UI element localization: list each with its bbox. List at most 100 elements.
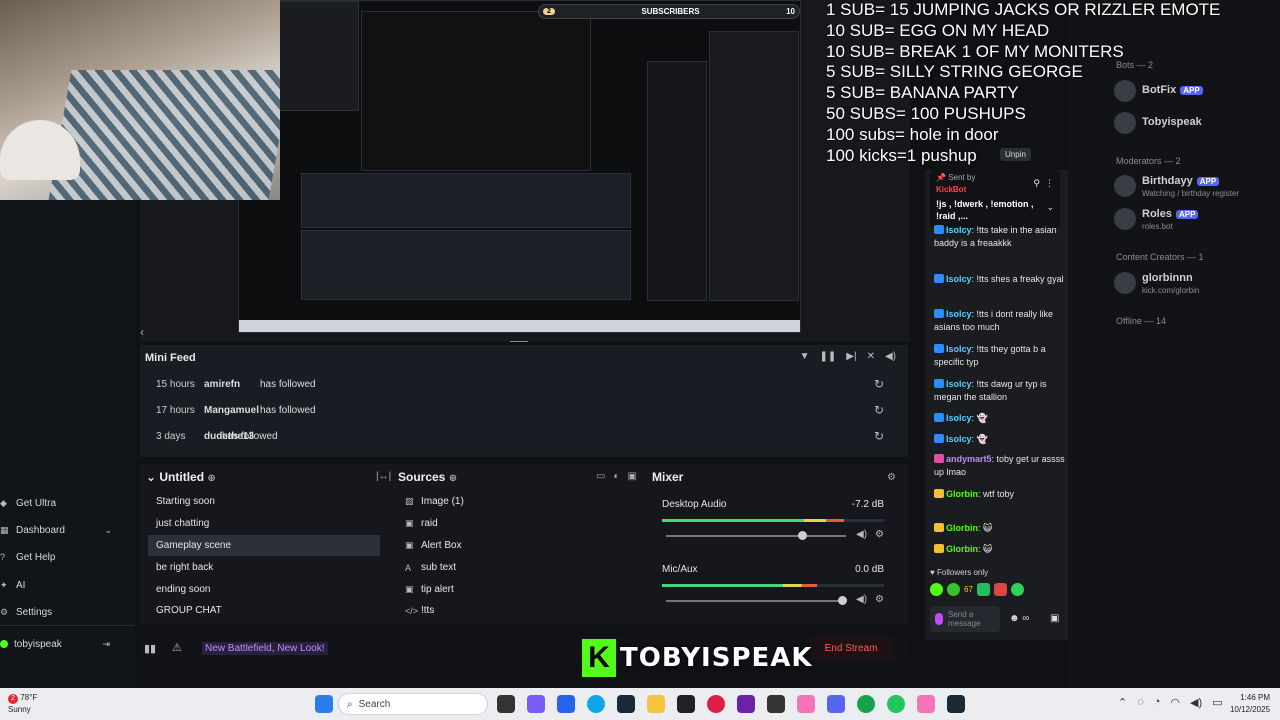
volume-icon[interactable]: ◀): [856, 529, 867, 540]
scene-item[interactable]: just chatting: [148, 513, 380, 534]
chat-username[interactable]: Glorbin: [946, 523, 978, 533]
chat-username[interactable]: Isolcy: [946, 434, 972, 444]
chevron-left-icon[interactable]: ‹: [140, 325, 152, 339]
more-icon[interactable]: ⋮: [1045, 178, 1054, 189]
member-name[interactable]: glorbinnn: [1142, 272, 1193, 284]
chat-username[interactable]: Isolcy: [946, 379, 972, 389]
sidebar-item-get-help[interactable]: ? Get Help: [0, 546, 122, 568]
sidebar-item-dashboard[interactable]: ▦ Dashboard ⌄: [0, 519, 122, 541]
user-profile[interactable]: tobyispeak ⇥: [0, 633, 122, 655]
edge-icon[interactable]: [587, 695, 605, 713]
sidebar-item-settings[interactable]: ⚙ Settings: [0, 601, 122, 623]
pinned-message[interactable]: 📌 Sent by KickBot !js , !dwerk , !emotio…: [930, 170, 1060, 228]
replay-icon[interactable]: ↻: [874, 377, 884, 391]
resize-handle[interactable]: [510, 341, 528, 342]
emote-icon[interactable]: [930, 583, 943, 596]
slider-knob[interactable]: [838, 596, 848, 605]
member-name[interactable]: Birthdayy APP: [1142, 175, 1220, 187]
emote-icon[interactable]: [947, 583, 960, 596]
scene-item[interactable]: ending soon: [148, 579, 380, 600]
sidebar-item-get-ultra[interactable]: ◆ Get Ultra: [0, 492, 122, 514]
copilot-icon[interactable]: [527, 695, 545, 713]
whatsapp-icon[interactable]: [887, 695, 905, 713]
pin-icon[interactable]: ⚲: [1033, 178, 1040, 189]
steam-icon[interactable]: [617, 695, 635, 713]
volume-icon[interactable]: ◀): [856, 594, 867, 605]
battery-icon[interactable]: ▭: [1212, 696, 1222, 709]
source-item[interactable]: </> !tts: [402, 600, 630, 621]
chat-username[interactable]: Glorbin: [946, 489, 978, 499]
source-item[interactable]: ▣ tip alert: [402, 579, 630, 600]
alert-icon[interactable]: ⚠: [172, 641, 182, 654]
volume-icon[interactable]: ◀): [885, 351, 896, 362]
emote-icon[interactable]: [1010, 583, 1024, 596]
emote-icon[interactable]: [993, 583, 1007, 596]
gear-icon[interactable]: ⚙: [875, 594, 884, 605]
taskbar-search[interactable]: ⌕ Search: [338, 693, 488, 715]
source-item[interactable]: ▣ raid: [402, 513, 630, 534]
chat-username[interactable]: Isolcy: [946, 309, 972, 319]
volume-slider[interactable]: [666, 596, 848, 605]
sidebar-item-ai[interactable]: ✦ AI: [0, 574, 122, 596]
windows-start-icon[interactable]: [315, 695, 333, 713]
chat-username[interactable]: Glorbin: [946, 544, 978, 554]
weather-widget[interactable]: 2 78°F Sunny: [8, 692, 37, 715]
tray-icon[interactable]: ◌: [1137, 696, 1144, 709]
add-scene-icon[interactable]: ⊕: [207, 473, 215, 484]
pause-icon[interactable]: ❚❚: [820, 351, 837, 362]
source-item[interactable]: ▨ Image (1): [402, 491, 630, 512]
end-stream-button[interactable]: End Stream: [810, 636, 892, 660]
scene-item[interactable]: Starting soon: [148, 491, 380, 512]
app-icon[interactable]: [737, 695, 755, 713]
steam-icon[interactable]: [947, 695, 965, 713]
gear-icon[interactable]: ⚙: [887, 472, 896, 483]
file-explorer-icon[interactable]: [647, 695, 665, 713]
chat-username[interactable]: Isolcy: [946, 274, 972, 284]
volume-icon[interactable]: ◀): [1190, 696, 1202, 709]
skip-icon[interactable]: ▶|: [846, 351, 856, 362]
volume-slider[interactable]: [666, 531, 846, 540]
opera-icon[interactable]: [707, 695, 725, 713]
chat-input[interactable]: Send a message: [930, 606, 1000, 632]
scene-item[interactable]: be right back: [148, 557, 380, 578]
discord-icon[interactable]: [827, 695, 845, 713]
app-icon[interactable]: [797, 695, 815, 713]
logout-icon[interactable]: ⇥: [102, 639, 110, 650]
gear-icon[interactable]: ⚙: [875, 529, 884, 540]
replay-icon[interactable]: ↻: [874, 429, 884, 443]
member-name[interactable]: Roles APP: [1142, 208, 1199, 220]
mic-icon[interactable]: [935, 613, 943, 625]
chrome-icon[interactable]: [857, 695, 875, 713]
obs-icon[interactable]: [767, 695, 785, 713]
taskbar-clock[interactable]: 1:46 PM 10/12/2025: [1230, 692, 1270, 716]
mute-alerts-icon[interactable]: ✕: [867, 351, 875, 362]
source-item[interactable]: ▣ Alert Box: [402, 535, 630, 556]
folder-icon[interactable]: ▣: [628, 471, 637, 482]
scene-item[interactable]: GROUP CHAT: [148, 600, 380, 621]
filter-icon[interactable]: ▼: [800, 351, 810, 362]
app-icon[interactable]: [917, 695, 935, 713]
chat-username[interactable]: Isolcy: [946, 413, 972, 423]
news-link[interactable]: New Battlefield, New Look!: [202, 642, 328, 655]
scene-item-active[interactable]: Gameplay scene: [148, 535, 380, 556]
send-icon[interactable]: ▣: [1050, 613, 1059, 624]
stats-icon[interactable]: ▮▮: [144, 642, 156, 655]
add-source-icon[interactable]: ⊕: [449, 473, 457, 484]
chat-username[interactable]: Isolcy: [946, 344, 972, 354]
wifi-icon[interactable]: ◠: [1170, 696, 1180, 709]
slider-knob[interactable]: [798, 531, 807, 540]
app-icon[interactable]: [677, 695, 695, 713]
emote-icon[interactable]: [976, 583, 990, 596]
studio-mode-icon[interactable]: |↔|: [376, 471, 391, 482]
chevron-down-icon[interactable]: ⌄: [1046, 202, 1054, 213]
feed-name[interactable]: Mangamuel: [204, 405, 259, 416]
source-item[interactable]: Asub text: [402, 557, 630, 578]
task-view-icon[interactable]: [497, 695, 515, 713]
visibility-icon[interactable]: ◐: [613, 471, 619, 482]
tray-icon[interactable]: ◔: [1154, 696, 1161, 709]
chevron-up-icon[interactable]: ⌃: [1118, 696, 1127, 709]
chat-username[interactable]: Isolcy: [946, 225, 972, 235]
replay-icon[interactable]: ↻: [874, 403, 884, 417]
emoji-icon[interactable]: ☻ ∞: [1009, 613, 1029, 624]
store-icon[interactable]: [557, 695, 575, 713]
